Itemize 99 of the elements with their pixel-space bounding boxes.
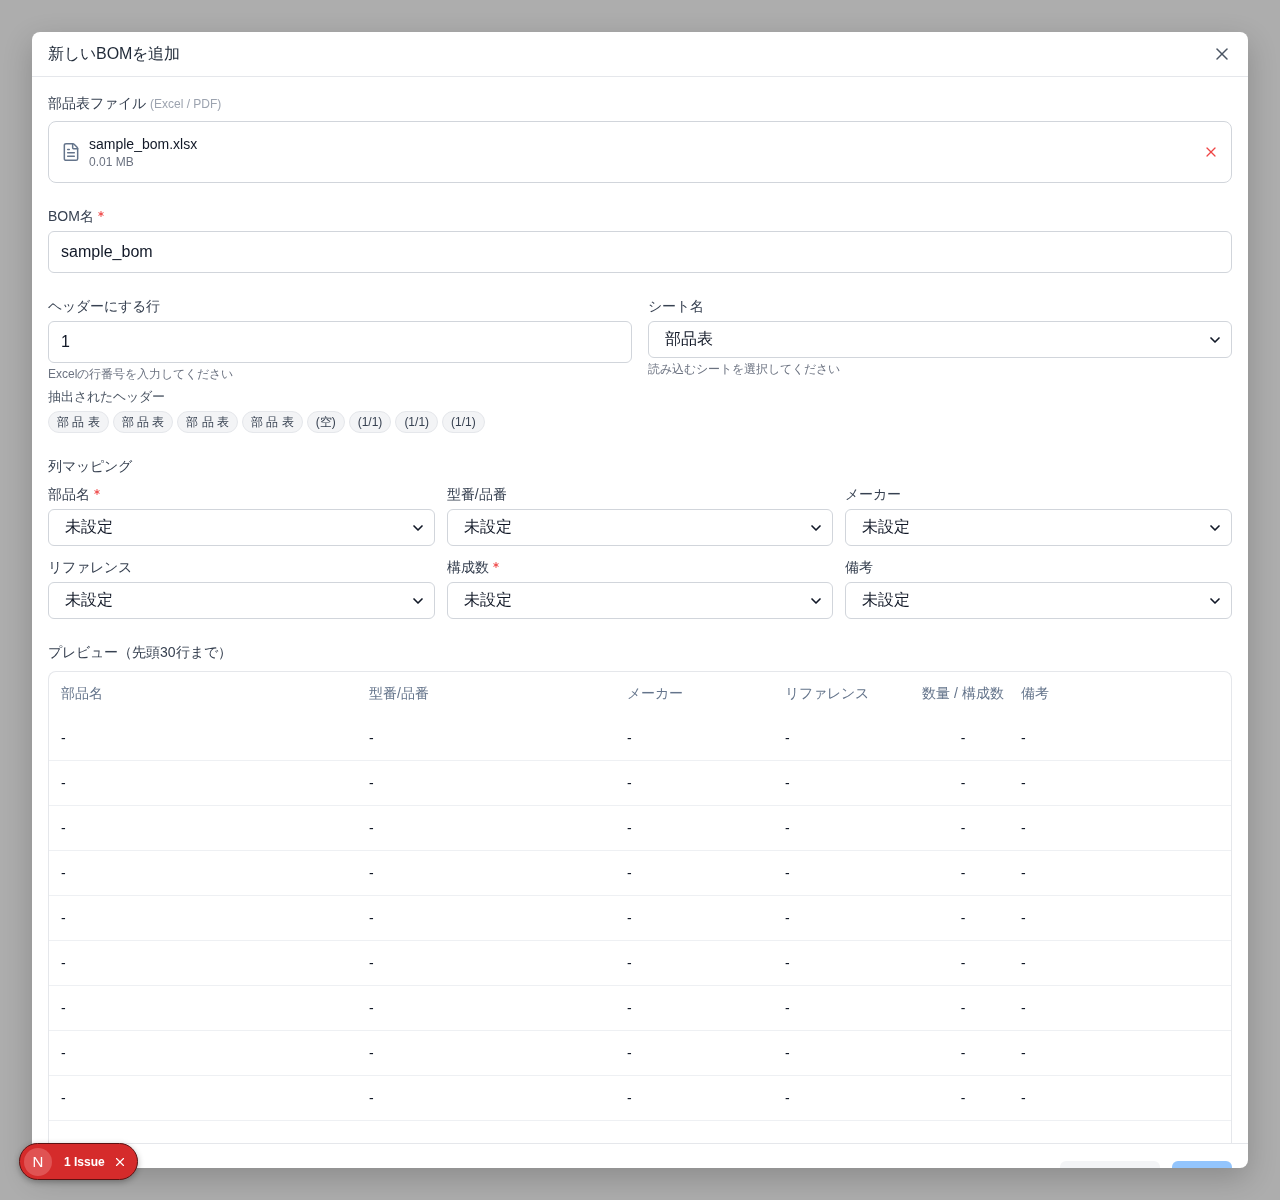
table-cell-text: - <box>1020 1090 1027 1106</box>
field-label: メーカー <box>845 485 902 504</box>
table-cell-text: - <box>368 865 375 881</box>
table-cell-text: - <box>959 955 967 971</box>
table-cell-text: - <box>60 775 67 791</box>
column-header: リファレンス <box>784 685 870 703</box>
table-cell-text: - <box>784 1000 791 1016</box>
table-cell-text: - <box>60 910 67 926</box>
table-cell-text: - <box>626 1090 633 1106</box>
document-icon <box>61 142 81 162</box>
table-cell-text: - <box>60 820 67 836</box>
table-cell-text: - <box>1020 910 1027 926</box>
file-name: sample_bom.xlsx <box>89 135 199 154</box>
table-cell-text: - <box>959 730 967 746</box>
table-cell-text: - <box>1020 865 1027 881</box>
section-title: 列マッピング <box>48 457 132 476</box>
mapping-select[interactable]: 未設定 <box>446 509 834 546</box>
field-label: 備考 <box>845 558 874 577</box>
table-cell-text: - <box>959 865 967 881</box>
field-label: 型番/品番 <box>446 485 507 504</box>
header-chip: 部 品 表 <box>48 411 109 433</box>
table-cell-text: - <box>959 1045 967 1061</box>
table-cell-text: - <box>60 865 67 881</box>
extracted-headers-label: 抽出されたヘッダー <box>48 389 166 405</box>
header-chip: (1/1) <box>442 411 485 433</box>
column-header: 型番/品番 <box>368 685 430 703</box>
table-cell-text: - <box>626 775 633 791</box>
table-cell-text: - <box>626 1000 633 1016</box>
field-label: 部品名 <box>48 485 90 504</box>
table-cell-text: - <box>626 865 633 881</box>
header-chip: (空) <box>306 411 345 433</box>
table-cell-text: - <box>60 1000 67 1016</box>
field-label: リファレンス <box>48 558 132 577</box>
file-type-hint: (Excel / PDF) <box>150 96 222 112</box>
field-label: BOM名 <box>48 207 94 226</box>
table-cell-text: - <box>60 730 67 746</box>
table-cell-text: - <box>60 955 67 971</box>
table-cell-text: - <box>368 1000 375 1016</box>
column-header: 備考 <box>1020 685 1050 703</box>
table-cell-text: - <box>368 775 375 791</box>
mapping-select[interactable]: 未設定 <box>845 582 1232 619</box>
table-cell-text: - <box>368 1045 375 1061</box>
mapping-select[interactable]: 未設定 <box>48 509 435 546</box>
table-cell-text: - <box>959 910 967 926</box>
table-cell-text: - <box>368 1090 375 1106</box>
mapping-select[interactable]: 未設定 <box>446 582 834 619</box>
header-chip: (1/1) <box>348 411 392 433</box>
dialog-title: 新しいBOMを追加 <box>48 44 181 64</box>
table-cell-text: - <box>784 1045 791 1061</box>
header-chip: 部 品 表 <box>177 411 238 433</box>
table-cell-text: - <box>784 775 791 791</box>
table-cell-text: - <box>1020 775 1027 791</box>
table-cell-text: - <box>784 820 791 836</box>
table-cell-text: - <box>368 730 375 746</box>
table-cell-text: - <box>784 865 791 881</box>
mapping-select[interactable]: 未設定 <box>845 509 1232 546</box>
table-cell-text: - <box>784 955 791 971</box>
table-cell-text: - <box>626 820 633 836</box>
table-cell-text: - <box>368 910 375 926</box>
bom-name-input[interactable]: sample_bom <box>48 231 1232 273</box>
header-row-input[interactable]: 1 <box>48 321 632 363</box>
table-cell-text: - <box>959 1000 967 1016</box>
column-header: メーカー <box>626 685 684 703</box>
table-cell-text: - <box>368 955 375 971</box>
table-cell-text: - <box>1020 1045 1027 1061</box>
table-cell-text: - <box>626 730 633 746</box>
table-cell-text: - <box>1020 820 1027 836</box>
section-title: プレビュー（先頭30行まで） <box>48 643 232 662</box>
table-cell-text: - <box>959 1090 967 1106</box>
table-cell-text: - <box>1020 1000 1027 1016</box>
table-cell-text: - <box>626 910 633 926</box>
table-cell-text: - <box>60 1090 67 1106</box>
issues-button[interactable]: 1 Issue <box>60 1154 105 1169</box>
table-cell-text: - <box>784 730 791 746</box>
field-label: 部品表ファイル <box>48 94 146 113</box>
table-cell-text: - <box>1020 730 1027 746</box>
file-size: 0.01 MB <box>89 154 135 170</box>
field-label: ヘッダーにする行 <box>48 297 160 316</box>
table-cell-text: - <box>959 820 967 836</box>
header-chip: 部 品 表 <box>112 411 174 433</box>
header-chip: 部 品 表 <box>242 411 303 433</box>
table-cell-text: - <box>1020 955 1027 971</box>
help-text: Excelの行番号を入力してください <box>48 366 235 382</box>
table-cell-text: - <box>959 775 967 791</box>
table-cell-text: - <box>784 1090 791 1106</box>
table-cell-text: - <box>784 910 791 926</box>
table-cell-text: - <box>626 955 633 971</box>
table-cell-text: - <box>626 1045 633 1061</box>
table-cell-text: - <box>368 820 375 836</box>
logo-mark: N <box>24 1147 52 1176</box>
field-label: シート名 <box>648 297 704 316</box>
header-chip: (1/1) <box>395 411 439 433</box>
mapping-select[interactable]: 未設定 <box>48 582 435 619</box>
column-header: 部品名 <box>60 685 104 703</box>
help-text: 読み込むシートを選択してください <box>648 361 841 377</box>
column-header: 数量 / 構成数 <box>921 685 1005 703</box>
table-cell-text: - <box>60 1045 67 1061</box>
sheet-select[interactable]: 部品表 <box>648 321 1232 358</box>
field-label: 構成数 <box>446 558 489 577</box>
